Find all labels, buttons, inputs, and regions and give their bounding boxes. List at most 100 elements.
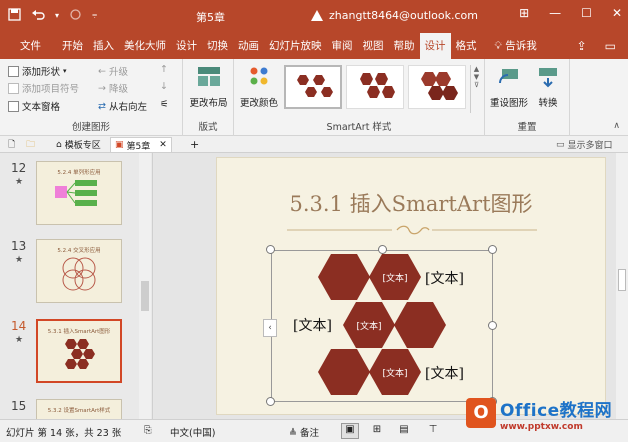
hexagon-text: [文本]: [382, 368, 408, 379]
add-bullet-button[interactable]: 添加项目符号: [8, 81, 79, 95]
scrollbar-thumb[interactable]: [141, 281, 149, 311]
new-doc-icon[interactable]: 🗋︎: [4, 137, 19, 152]
tab-insert[interactable]: 插入: [88, 33, 119, 59]
slide-thumbnail-13[interactable]: 5.2.4 交叉形应用: [36, 239, 122, 303]
reading-view-button[interactable]: ▤: [395, 423, 413, 439]
thumbnails-scrollbar[interactable]: [139, 153, 151, 419]
slide-number: 13: [11, 239, 27, 253]
text-pane-toggle[interactable]: ‹: [263, 319, 277, 337]
move-up-button[interactable]: ↑: [160, 64, 168, 75]
smartart-label[interactable]: [文本]: [293, 315, 332, 335]
minimize-icon[interactable]: —: [549, 6, 561, 20]
add-tab-icon[interactable]: +: [186, 137, 203, 152]
chevron-down-icon[interactable]: ▾: [55, 11, 59, 25]
style-option-3[interactable]: [408, 65, 466, 109]
tab-review[interactable]: 审阅: [327, 33, 358, 59]
smartart-label[interactable]: [文本]: [425, 363, 464, 383]
account-area[interactable]: zhangtt8464@outlook.com: [311, 9, 478, 22]
normal-view-button[interactable]: ▣: [341, 423, 359, 439]
slide-canvas[interactable]: 5.3.1 插入SmartArt图形 ‹ [文本] [文本] [文本] [文本]…: [216, 157, 606, 415]
restore-icon[interactable]: ☐: [581, 6, 592, 20]
doc-tab-template[interactable]: ⌂ 模板专区: [52, 137, 105, 152]
resize-handle[interactable]: [378, 245, 387, 254]
change-layout-button[interactable]: 更改布局: [186, 65, 231, 109]
customize-icon[interactable]: ⩦: [92, 10, 97, 25]
tab-transitions[interactable]: 切换: [202, 33, 233, 59]
arrow-right-icon: →: [98, 82, 106, 94]
share-icon[interactable]: ⇪: [577, 39, 587, 53]
text-pane-icon: [8, 100, 19, 112]
layout-button[interactable]: ⚟: [160, 99, 169, 110]
group-label: 版式: [198, 122, 218, 133]
tab-view[interactable]: 视图: [358, 33, 389, 59]
close-icon[interactable]: ✕: [159, 140, 167, 150]
notes-button[interactable]: ≜ 备注: [289, 425, 319, 439]
gallery-scroll[interactable]: ▲ ▼ ⊽: [470, 65, 482, 113]
folder-icon[interactable]: 🗀︎: [22, 137, 39, 152]
tell-me[interactable]: 💡︎ 告诉我: [490, 33, 542, 59]
save-icon[interactable]: [8, 8, 21, 25]
resize-handle[interactable]: [266, 245, 275, 254]
hexagon-style-icon: [421, 72, 458, 100]
group-reset: 重设图形 转换 重置: [485, 59, 570, 136]
scrollbar-thumb[interactable]: [618, 269, 626, 291]
palette-icon: [250, 67, 268, 85]
slide-scrollbar[interactable]: [616, 153, 628, 419]
window-controls: ⊞ — ☐ ✕: [519, 6, 622, 20]
tab-format[interactable]: 格式: [451, 33, 482, 59]
quick-access-toolbar: ▾ ⩦: [8, 8, 97, 25]
group-create-graphic: 添加形状 ▾ 添加项目符号 文本窗格 ← 升级 → 降级 ⇄ 从右向左 ↑ ↓ …: [0, 59, 183, 136]
resize-handle[interactable]: [488, 321, 497, 330]
account-email: zhangtt8464@outlook.com: [329, 9, 478, 22]
slide-thumbnail-14[interactable]: 5.3.1 插入SmartArt图形: [36, 319, 122, 383]
demote-button[interactable]: → 降级: [98, 81, 128, 96]
close-icon[interactable]: ✕: [612, 6, 622, 20]
convert-button[interactable]: 转换: [531, 65, 565, 109]
slide-thumbnail-12[interactable]: 5.2.4 单列形应用: [36, 161, 122, 225]
promote-button[interactable]: ← 升级: [98, 64, 128, 79]
comments-icon[interactable]: ▭: [605, 39, 616, 53]
tell-me-label: 告诉我: [505, 40, 537, 52]
hexagon-text: [文本]: [356, 321, 382, 332]
hexagon-text: [文本]: [382, 273, 408, 284]
multi-window-button[interactable]: ▭ 显示多窗口: [552, 137, 617, 152]
tab-smartart-design[interactable]: 设计: [419, 33, 451, 59]
slide-thumbnail-15[interactable]: 5.3.2 设置SmartArt样式: [36, 399, 122, 419]
document-title: 第5章: [196, 11, 225, 24]
resize-handle[interactable]: [266, 397, 275, 406]
spellcheck-icon[interactable]: ⎘: [144, 425, 152, 436]
add-shape-button[interactable]: 添加形状 ▾: [8, 64, 67, 78]
tab-help[interactable]: 帮助: [389, 33, 420, 59]
resize-handle[interactable]: [488, 245, 497, 254]
style-option-2[interactable]: [346, 65, 404, 109]
tab-file[interactable]: 文件: [0, 33, 57, 59]
add-bullet-icon: [8, 82, 19, 94]
slideshow-button[interactable]: ⊤: [424, 423, 442, 439]
demote-label: 降级: [108, 84, 128, 95]
convert-icon: [539, 68, 557, 88]
promote-label: 升级: [108, 67, 128, 78]
redo-icon[interactable]: [69, 8, 82, 25]
text-pane-button[interactable]: 文本窗格: [8, 99, 60, 113]
right-to-left-button[interactable]: ⇄ 从右向左: [98, 99, 147, 114]
animation-star: ★: [15, 255, 24, 265]
tab-animations[interactable]: 动画: [233, 33, 264, 59]
smartart-label[interactable]: [文本]: [425, 268, 464, 288]
reset-graphic-button[interactable]: 重设图形: [489, 65, 529, 109]
style-option-1[interactable]: [284, 65, 342, 109]
tab-slideshow[interactable]: 幻灯片放映: [264, 33, 327, 59]
doc-tab-template-label: 模板专区: [64, 141, 101, 151]
move-down-button[interactable]: ↓: [160, 81, 168, 92]
undo-icon[interactable]: [31, 8, 45, 25]
collapse-ribbon-icon[interactable]: ∧: [613, 121, 620, 131]
tab-beautify[interactable]: 美化大师: [119, 33, 171, 59]
slide-sorter-button[interactable]: ⊞: [368, 423, 386, 439]
tab-design[interactable]: 设计: [171, 33, 202, 59]
change-colors-button[interactable]: 更改颜色: [237, 65, 281, 109]
slide-title[interactable]: 5.3.1 插入SmartArt图形: [217, 188, 605, 218]
tab-home[interactable]: 开始: [57, 33, 88, 59]
language-indicator[interactable]: 中文(中国): [170, 425, 215, 439]
ribbon-display-icon[interactable]: ⊞: [519, 6, 529, 20]
add-shape-icon: [8, 65, 19, 77]
doc-tab-current[interactable]: ▣ 第5章 ✕: [110, 137, 172, 152]
